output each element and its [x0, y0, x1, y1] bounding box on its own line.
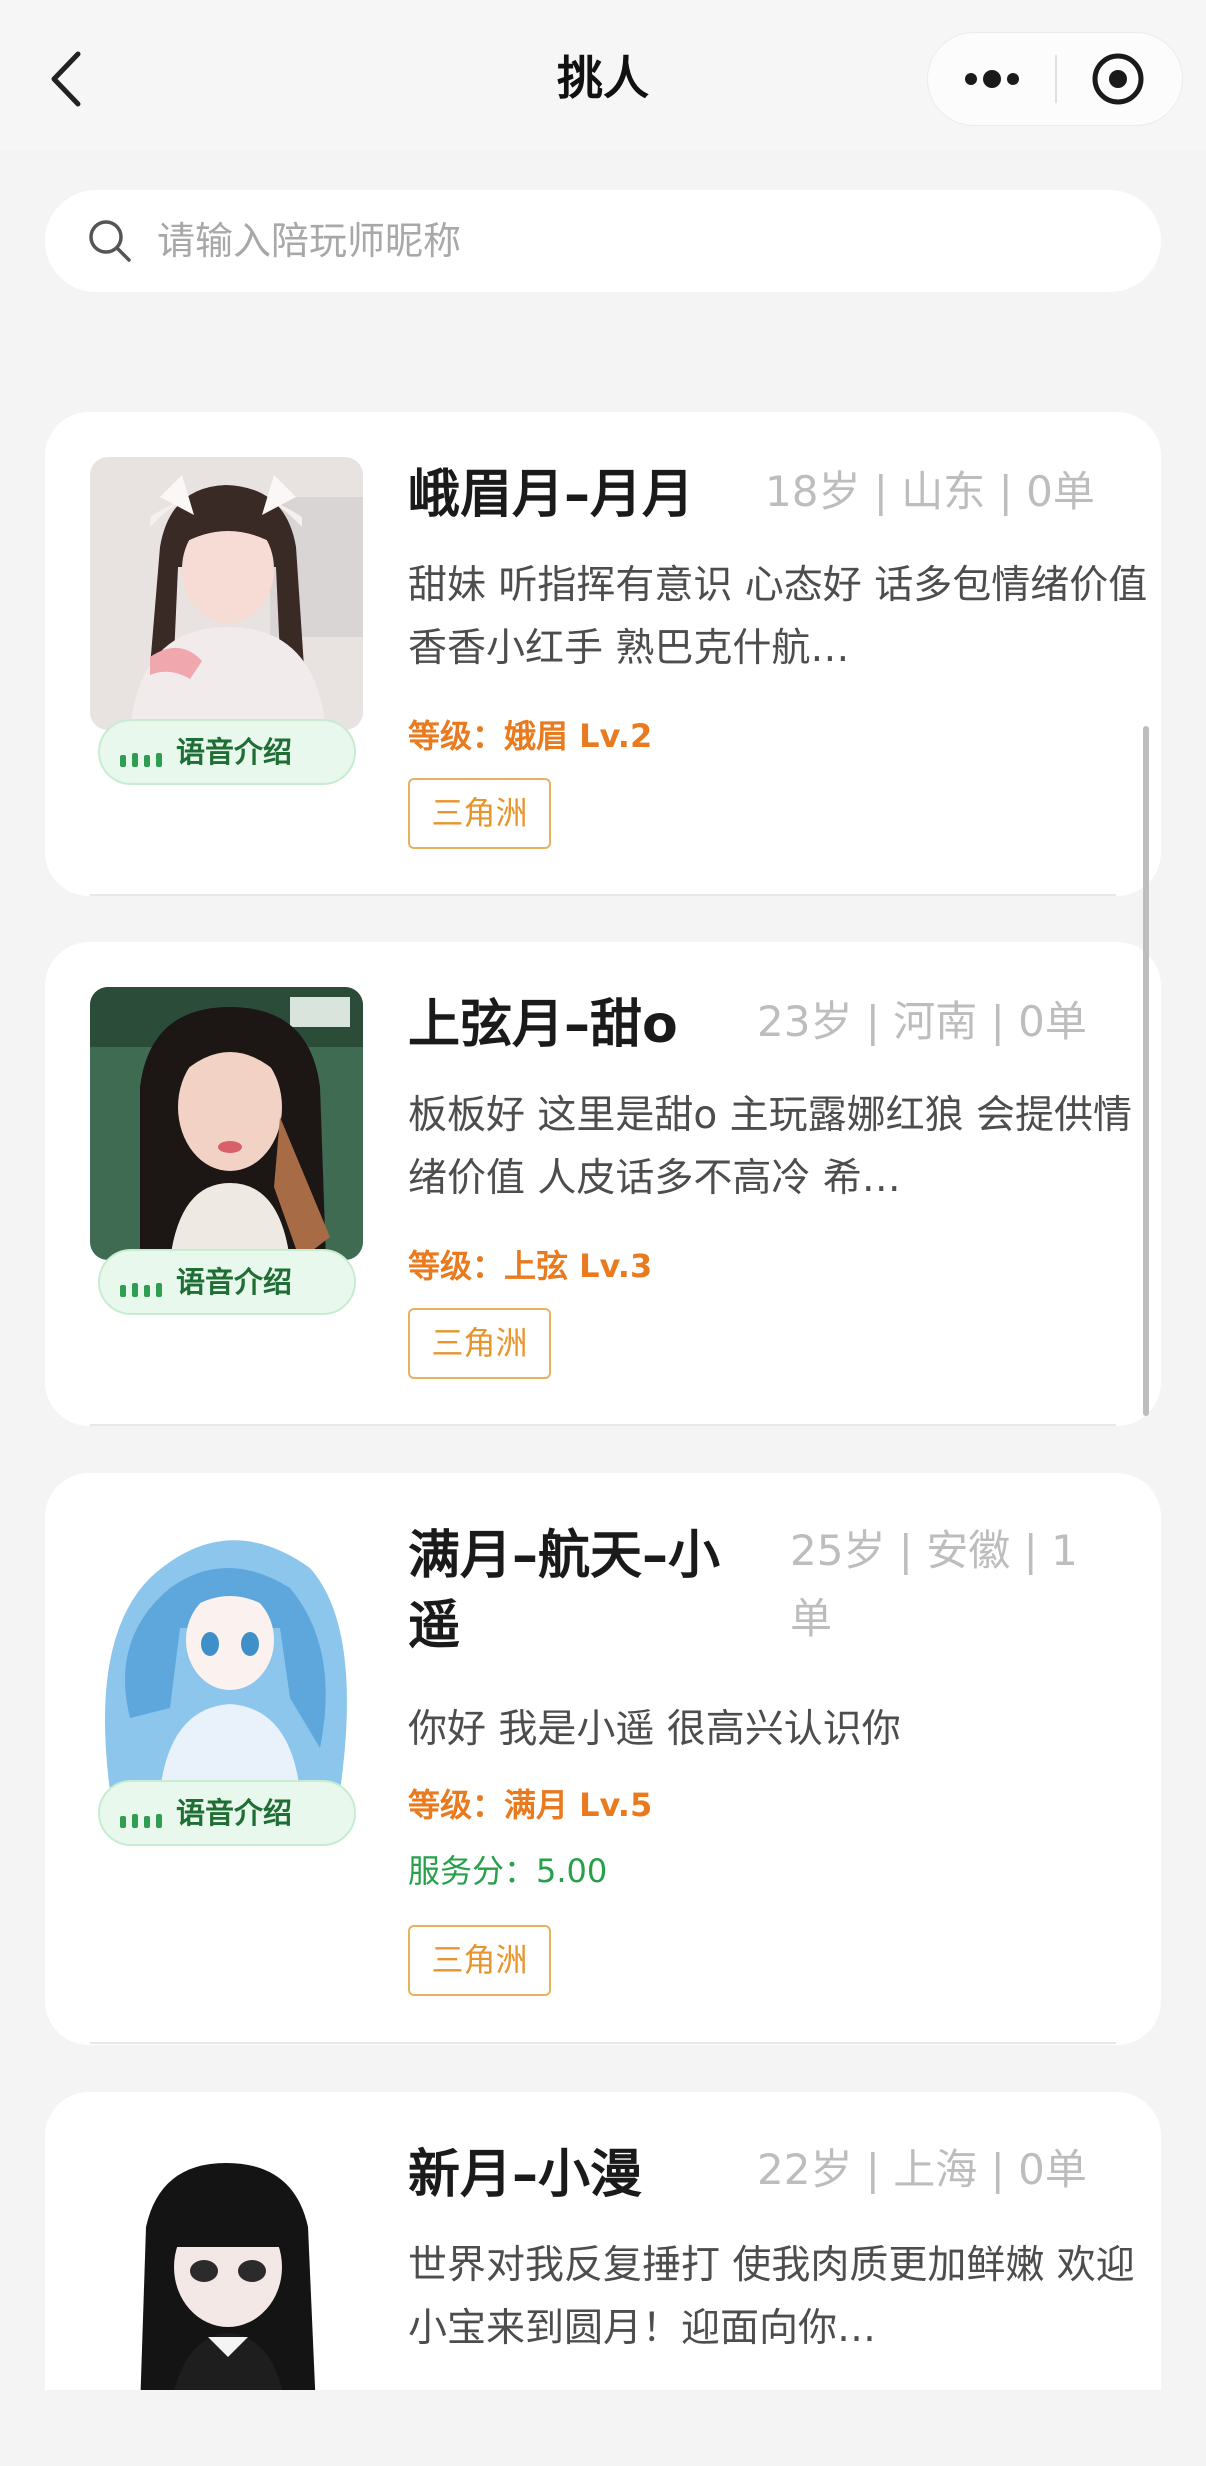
avatar-area: 语音介绍 [90, 987, 363, 1315]
companion-meta: 22岁 | 上海 | 0单 [757, 2145, 1087, 2194]
companion-name: 新月–小漫 [408, 2145, 643, 2205]
avatar[interactable] [90, 987, 363, 1260]
companion-meta: 18岁 | 山东 | 0单 [765, 467, 1095, 516]
voice-intro-button[interactable]: 语音介绍 [98, 1249, 356, 1315]
service-score: 服务分：5.00 [408, 1852, 608, 1890]
target-circle-icon [1092, 53, 1144, 105]
companion-card[interactable]: 语音介绍 上弦月–甜o 23岁 | 河南 | 0单 板板好 这里是甜o 主玩露娜… [45, 942, 1161, 1426]
bottom-safe-area [0, 2390, 1206, 2466]
more-button[interactable] [928, 33, 1056, 125]
nav-bar: 挑人 [0, 0, 1206, 150]
voice-intro-label: 语音介绍 [176, 735, 293, 769]
search-icon [89, 220, 131, 262]
game-tag: 三角洲 [408, 778, 551, 849]
audio-bars-icon [120, 1283, 162, 1297]
search-input[interactable] [157, 206, 1117, 276]
close-miniprogram-button[interactable] [1056, 33, 1184, 125]
game-tag: 三角洲 [408, 1925, 551, 1996]
companion-description: 世界对我反复捶打 使我肉质更加鲜嫩 欢迎小宝来到圆月！迎面向你… [408, 2243, 1135, 2351]
audio-bars-icon [120, 753, 162, 767]
miniprogram-capsule [927, 32, 1183, 126]
avatar-area: 语音介绍 [90, 1518, 363, 1846]
companion-name-line-1: 满月–航天–小 [408, 1526, 721, 1586]
companion-meta: 23岁 | 河南 | 0单 [757, 997, 1087, 1046]
card-divider [90, 2042, 1116, 2044]
audio-bars-icon [120, 1814, 162, 1828]
card-divider [90, 1424, 1116, 1426]
companion-description: 甜妹 听指挥有意识 心态好 话多包情绪价值 香香小红手 熟巴克什航… [408, 563, 1148, 671]
companion-name: 峨眉月–月月 [408, 465, 695, 525]
avatar-area: 语音介绍 [90, 457, 363, 785]
companion-meta-line-1: 25岁 | 安徽 | 1 [790, 1526, 1078, 1575]
avatar[interactable] [90, 1518, 363, 1791]
voice-intro-button[interactable]: 语音介绍 [98, 1780, 356, 1846]
avatar-area [90, 2137, 363, 2410]
avatar[interactable] [90, 2137, 363, 2410]
voice-intro-button[interactable]: 语音介绍 [98, 719, 356, 785]
avatar[interactable] [90, 457, 363, 730]
more-dots-icon [965, 70, 1019, 88]
companion-name: 上弦月–甜o [408, 995, 678, 1055]
voice-intro-label: 语音介绍 [176, 1796, 293, 1830]
companion-description: 你好 我是小遥 很高兴认识你 [408, 1707, 901, 1752]
scrollbar[interactable] [1143, 726, 1149, 1416]
companion-level: 等级：满月 Lv.5 [408, 1786, 653, 1824]
game-tag: 三角洲 [408, 1308, 551, 1379]
search-bar [45, 190, 1161, 292]
companion-level: 等级：娥眉 Lv.2 [408, 717, 653, 755]
card-divider [90, 894, 1116, 896]
companion-name-line-2: 遥 [408, 1596, 461, 1656]
companion-meta-line-2: 单 [790, 1594, 833, 1643]
companion-description: 板板好 这里是甜o 主玩露娜红狼 会提供情绪价值 人皮话多不高冷 希… [408, 1093, 1133, 1201]
voice-intro-label: 语音介绍 [176, 1265, 293, 1299]
companion-level: 等级：上弦 Lv.3 [408, 1247, 653, 1285]
companion-card[interactable]: 语音介绍 峨眉月–月月 18岁 | 山东 | 0单 甜妹 听指挥有意识 心态好 … [45, 412, 1161, 896]
companion-card[interactable]: 语音介绍 满月–航天–小 遥 25岁 | 安徽 | 1 单 你好 我是小遥 很高… [45, 1473, 1161, 2045]
